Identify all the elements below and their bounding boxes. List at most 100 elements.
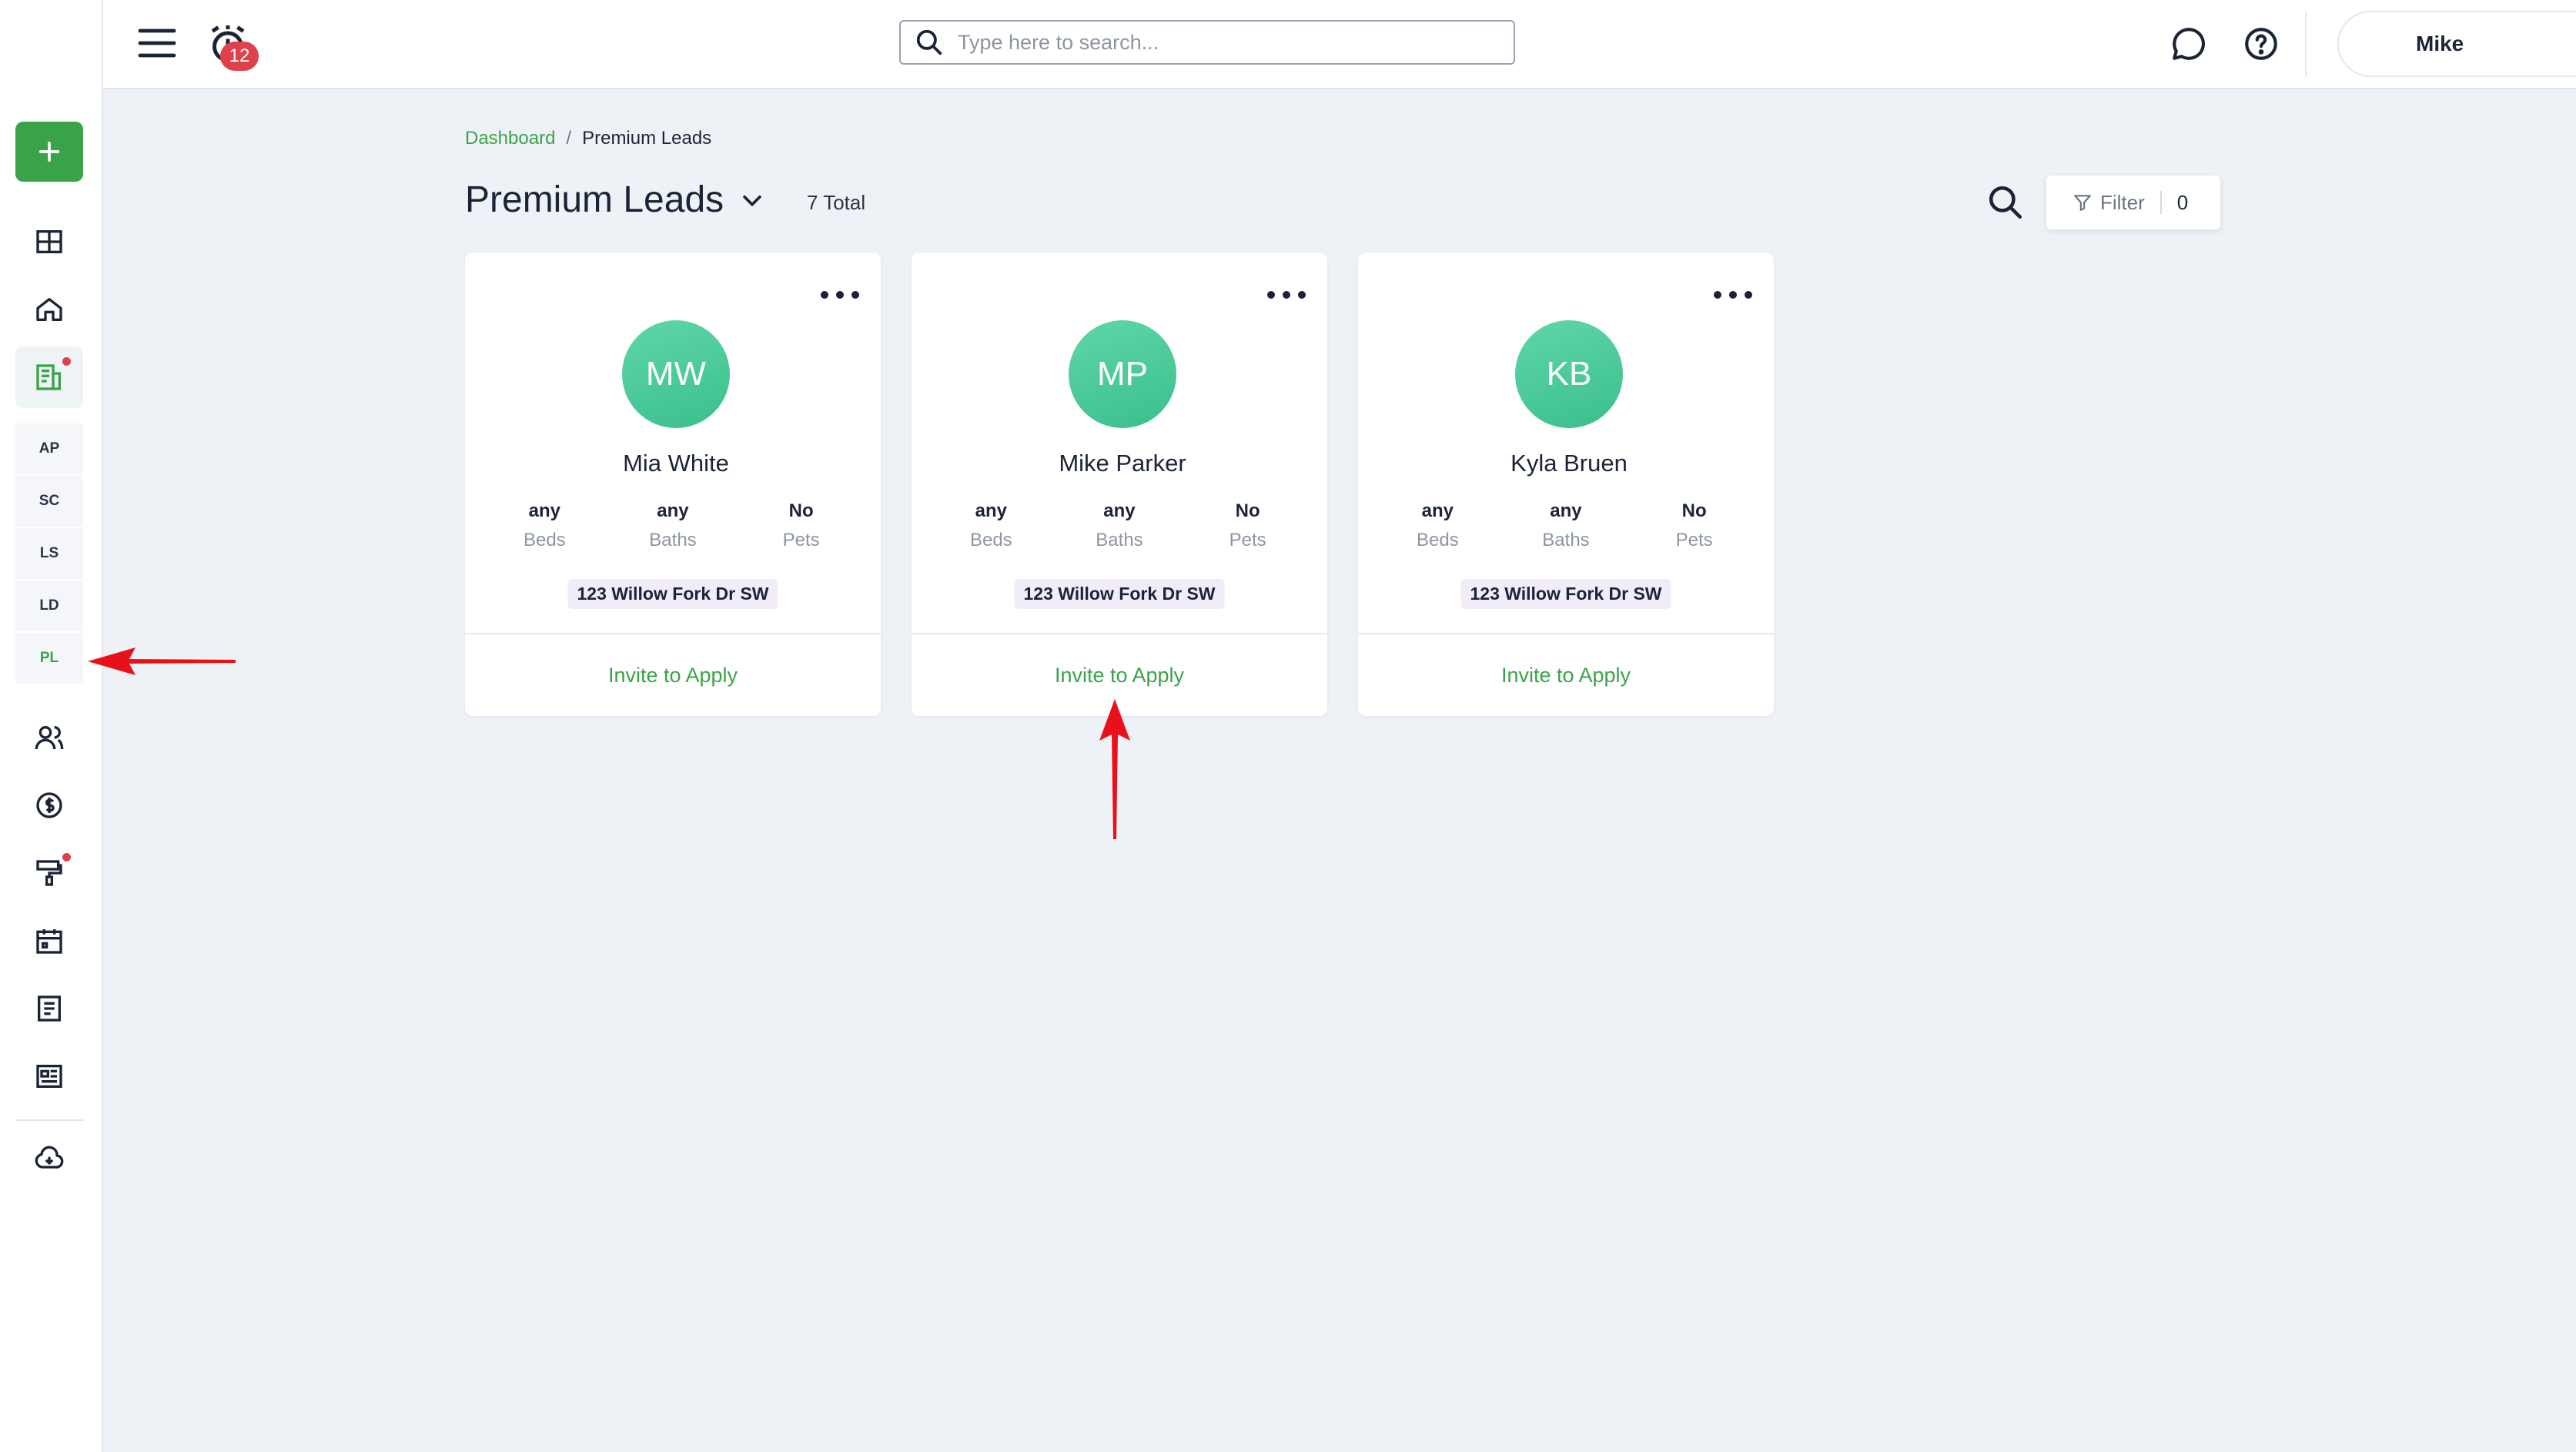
- filter-button[interactable]: Filter 0: [2046, 176, 2220, 229]
- baths-value: any: [1550, 500, 1582, 521]
- baths-value: any: [1103, 500, 1136, 521]
- chevron-down-icon: [743, 195, 761, 206]
- search-input[interactable]: [958, 30, 1514, 55]
- sidebar-sub-item-pl[interactable]: PL: [15, 633, 83, 684]
- invite-to-apply-button[interactable]: Invite to Apply: [465, 634, 881, 716]
- topbar-separator: [2305, 12, 2307, 77]
- lead-stats: any Beds any Baths No Pets: [912, 500, 1327, 551]
- help-icon[interactable]: [2242, 25, 2280, 63]
- listing-card-icon: [36, 1065, 62, 1088]
- sidebar: AP SC LS LD PL: [0, 0, 103, 1452]
- page-title: Premium Leads: [465, 179, 724, 220]
- breadcrumb: Dashboard / Premium Leads: [465, 128, 711, 149]
- pets-label: Pets: [1675, 530, 1713, 550]
- home-icon: [36, 298, 62, 321]
- users-icon: [35, 726, 64, 750]
- lead-stats: any Beds any Baths No Pets: [465, 500, 881, 551]
- beds-label: Beds: [969, 530, 1012, 550]
- sidebar-sub-item-ls[interactable]: LS: [15, 528, 83, 579]
- baths-stat: any Baths: [1508, 500, 1624, 551]
- pets-stat: No Pets: [744, 500, 859, 551]
- baths-label: Baths: [1096, 530, 1143, 550]
- sidebar-sub-item-ap[interactable]: AP: [15, 423, 83, 474]
- pets-stat: No Pets: [1190, 500, 1306, 551]
- baths-stat: any Baths: [615, 500, 731, 551]
- beds-stat: any Beds: [933, 500, 1049, 551]
- annotation-arrow-left: [88, 647, 236, 675]
- breadcrumb-dashboard-link[interactable]: Dashboard: [465, 128, 555, 149]
- sidebar-item-download[interactable]: [15, 1129, 83, 1190]
- beds-value: any: [975, 500, 1007, 521]
- beds-label: Beds: [523, 530, 566, 550]
- add-button[interactable]: [15, 122, 83, 182]
- lead-card: MP Mike Parker any Beds any Baths No Pets 1…: [912, 253, 1327, 716]
- sidebar-item-dashboard[interactable]: [15, 211, 83, 273]
- page-title-dropdown[interactable]: Premium Leads: [465, 179, 765, 221]
- baths-label: Baths: [649, 530, 697, 550]
- pets-value: No: [788, 500, 814, 521]
- sidebar-item-people[interactable]: [15, 707, 83, 768]
- notification-dot: [62, 357, 71, 366]
- sidebar-item-maintenance[interactable]: [15, 842, 83, 904]
- dashboard-grid-icon: [36, 230, 62, 253]
- dollar-circle-icon: [36, 792, 62, 818]
- user-name: Mike: [2416, 32, 2464, 55]
- baths-label: Baths: [1542, 530, 1590, 550]
- sidebar-item-calendar[interactable]: [15, 910, 83, 972]
- invite-to-apply-button[interactable]: Invite to Apply: [1358, 634, 1774, 716]
- plus-icon: [38, 141, 60, 162]
- lead-card: MW Mia White any Beds any Baths No Pets 123…: [465, 253, 881, 716]
- sidebar-item-listings[interactable]: [15, 1046, 83, 1107]
- sidebar-item-payments[interactable]: [15, 775, 83, 836]
- user-menu[interactable]: Mike: [2337, 11, 2576, 77]
- cloud-download-icon: [35, 1146, 64, 1169]
- more-options-icon[interactable]: [821, 283, 859, 306]
- sidebar-item-reports[interactable]: [15, 978, 83, 1039]
- baths-value: any: [657, 500, 689, 521]
- baths-stat: any Baths: [1062, 500, 1177, 551]
- beds-label: Beds: [1416, 530, 1459, 550]
- filter-count: 0: [2176, 190, 2189, 214]
- filter-icon: [2074, 195, 2091, 211]
- property-address-tag: 123 Willow Fork Dr SW: [567, 579, 778, 609]
- sidebar-sub-item-ld[interactable]: LD: [15, 580, 83, 631]
- beds-value: any: [1421, 500, 1454, 521]
- pets-label: Pets: [1229, 530, 1266, 550]
- breadcrumb-separator: /: [566, 128, 572, 149]
- sidebar-divider: [15, 1119, 83, 1121]
- hamburger-menu-icon[interactable]: [137, 25, 177, 62]
- search-icon: [916, 29, 942, 55]
- lead-avatar: MW: [622, 320, 730, 428]
- chat-icon[interactable]: [2170, 25, 2208, 63]
- filter-label: Filter: [2100, 190, 2145, 214]
- filter-separator: [2159, 191, 2162, 214]
- more-options-icon[interactable]: [1714, 283, 1752, 306]
- annotation-arrow-up: [1099, 699, 1130, 839]
- sidebar-item-home[interactable]: [15, 279, 83, 340]
- leads-document-icon: [36, 364, 61, 390]
- more-options-icon[interactable]: [1267, 283, 1306, 306]
- lead-card: KB Kyla Bruen any Beds any Baths No Pets 12…: [1358, 253, 1774, 716]
- global-search[interactable]: [899, 20, 1515, 65]
- pets-label: Pets: [782, 530, 820, 550]
- lead-avatar: MP: [1069, 320, 1176, 428]
- property-address-tag: 123 Willow Fork Dr SW: [1014, 579, 1225, 609]
- invite-to-apply-button[interactable]: Invite to Apply: [912, 634, 1327, 716]
- paint-roller-icon: [36, 860, 62, 886]
- beds-stat: any Beds: [1380, 500, 1495, 551]
- lead-name: Kyla Bruen: [1510, 450, 1628, 477]
- pets-stat: No Pets: [1637, 500, 1752, 551]
- lead-stats: any Beds any Baths No Pets: [1358, 500, 1774, 551]
- pets-value: No: [1681, 500, 1707, 521]
- sidebar-sub-item-sc[interactable]: SC: [15, 476, 83, 527]
- lead-name: Mike Parker: [1059, 450, 1186, 477]
- report-icon: [38, 995, 61, 1022]
- property-address-tag: 123 Willow Fork Dr SW: [1460, 579, 1671, 609]
- top-bar: 12 Mike: [103, 0, 2576, 89]
- search-icon[interactable]: [1986, 183, 2025, 222]
- total-count: 7 Total: [807, 191, 866, 214]
- sidebar-item-leads[interactable]: [15, 346, 83, 408]
- notification-dot: [62, 853, 71, 861]
- notification-badge: 12: [220, 42, 259, 71]
- beds-stat: any Beds: [487, 500, 602, 551]
